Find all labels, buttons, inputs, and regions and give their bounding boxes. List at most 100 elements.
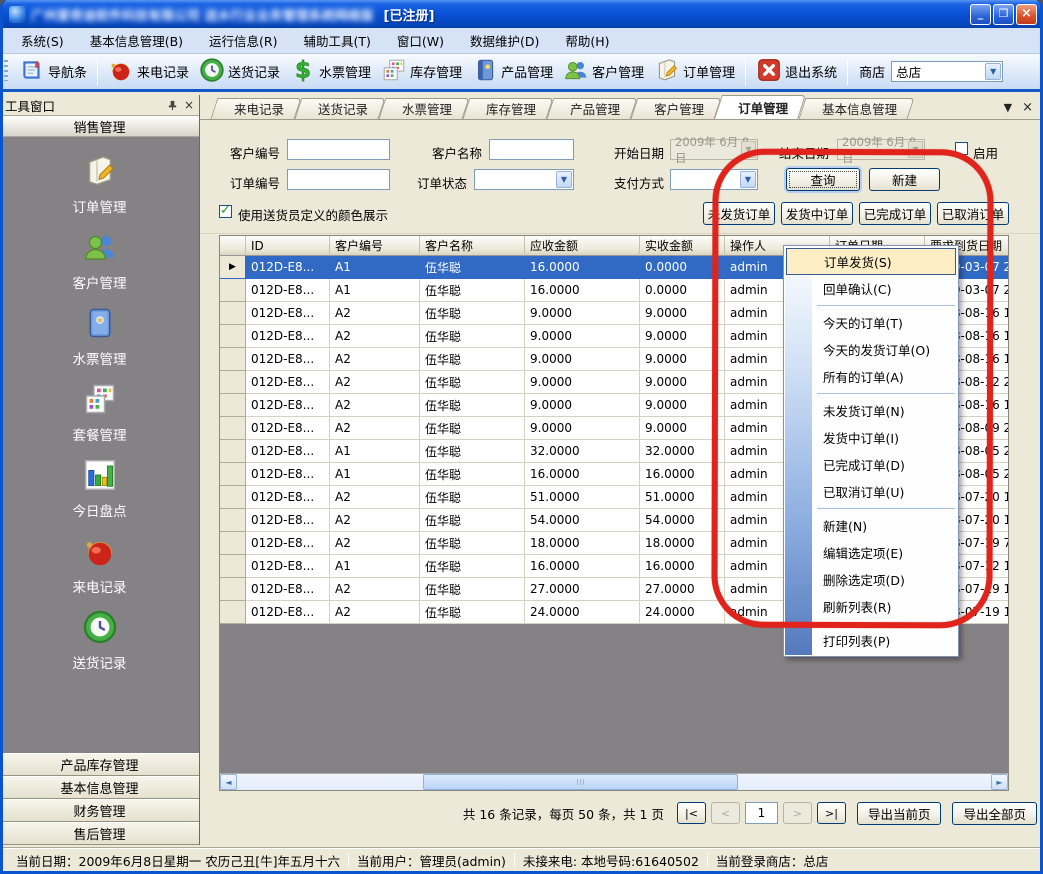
enable-checkbox[interactable] — [955, 142, 968, 155]
row-selector-cell[interactable] — [220, 532, 246, 555]
menu-item[interactable]: 帮助(H) — [552, 27, 622, 54]
context-menu-item-新建(N)[interactable]: 新建(N) — [785, 512, 957, 539]
row-selector-cell[interactable] — [220, 417, 246, 440]
context-menu-item-回单确认(C)[interactable]: 回单确认(C) — [785, 275, 957, 302]
chevron-down-icon[interactable]: ▼ — [556, 171, 572, 188]
context-menu-item-未发货订单(N)[interactable]: 未发货订单(N) — [785, 397, 957, 424]
chevron-down-icon[interactable]: ▼ — [740, 171, 756, 188]
context-menu-item-刷新列表(R)[interactable]: 刷新列表(R) — [785, 593, 957, 620]
row-selector-cell[interactable] — [220, 394, 246, 417]
order-no-input[interactable] — [287, 169, 390, 190]
tab-close-icon[interactable]: × — [1022, 100, 1033, 115]
tab-来电记录[interactable]: 来电记录 — [214, 98, 298, 119]
row-selector-cell[interactable] — [220, 463, 246, 486]
minimize-button[interactable]: _ — [970, 4, 991, 25]
toolbar-button[interactable]: $水票管理 — [285, 55, 376, 89]
toolbar-button[interactable]: 客户管理 — [558, 55, 649, 89]
sidebar-item-水票管理[interactable]: 水票管理 — [0, 305, 199, 368]
status-filter-button-发货中订单[interactable]: 发货中订单 — [781, 202, 853, 225]
row-selector-cell[interactable] — [220, 325, 246, 348]
menu-item[interactable]: 系统(S) — [8, 27, 77, 54]
menu-item[interactable]: 数据维护(D) — [457, 27, 552, 54]
status-filter-button-已完成订单[interactable]: 已完成订单 — [859, 202, 931, 225]
row-selector-cell[interactable] — [220, 555, 246, 578]
status-filter-button-已取消订单[interactable]: 已取消订单 — [937, 202, 1009, 225]
column-header-客户编号[interactable]: 客户编号 — [330, 236, 420, 256]
column-header-ID[interactable]: ID — [246, 236, 330, 256]
context-menu-item-编辑选定项(E)[interactable]: 编辑选定项(E) — [785, 539, 957, 566]
row-selector-cell[interactable] — [220, 279, 246, 302]
tab-送货记录[interactable]: 送货记录 — [298, 98, 382, 119]
menu-item[interactable]: 基本信息管理(B) — [77, 27, 196, 54]
row-selector-cell[interactable] — [220, 371, 246, 394]
context-menu-item-打印列表(P)[interactable]: 打印列表(P) — [785, 627, 957, 654]
maximize-button[interactable]: ❐ — [993, 4, 1014, 25]
toolbar-button[interactable]: 送货记录 — [194, 55, 285, 89]
row-selector-cell[interactable] — [220, 486, 246, 509]
sidebar-category-基本信息管理[interactable]: 基本信息管理 — [0, 776, 199, 799]
menu-item[interactable]: 窗口(W) — [384, 27, 457, 54]
last-page-button[interactable]: >| — [817, 802, 846, 824]
context-menu-item-今天的订单(T)[interactable]: 今天的订单(T) — [785, 309, 957, 336]
horizontal-scrollbar[interactable]: ◄ ► — [220, 773, 1008, 790]
new-button[interactable]: 新建 — [869, 168, 940, 191]
scroll-right-icon[interactable]: ► — [991, 774, 1008, 790]
chevron-down-icon[interactable]: ▼ — [985, 63, 1001, 80]
start-date-picker[interactable]: 2009年 6月 8日▼ — [670, 139, 758, 160]
sidebar-item-客户管理[interactable]: 客户管理 — [0, 229, 199, 292]
toolbar-grip-icon[interactable] — [4, 60, 8, 81]
sidebar-section-sales[interactable]: 销售管理 — [0, 116, 199, 137]
pin-icon[interactable] — [167, 100, 178, 111]
sidebar-category-售后管理[interactable]: 售后管理 — [0, 822, 199, 845]
sidebar-category-产品库存管理[interactable]: 产品库存管理 — [0, 753, 199, 776]
end-date-picker[interactable]: 2009年 6月 8日▼ — [837, 139, 925, 160]
toolbar-button[interactable]: 库存管理 — [376, 55, 467, 89]
row-selector-cell[interactable] — [220, 440, 246, 463]
order-status-combo[interactable]: ▼ — [474, 169, 574, 190]
sidebar-item-订单管理[interactable]: 订单管理 — [0, 153, 199, 216]
customer-name-input[interactable] — [489, 139, 574, 160]
tab-水票管理[interactable]: 水票管理 — [382, 98, 466, 119]
row-selector-cell[interactable] — [220, 509, 246, 532]
column-header-应收金额[interactable]: 应收金额 — [525, 236, 640, 256]
context-menu-item-今天的发货订单(O)[interactable]: 今天的发货订单(O) — [785, 336, 957, 363]
tab-客户管理[interactable]: 客户管理 — [634, 98, 718, 119]
query-button[interactable]: 查询 — [786, 168, 860, 191]
context-menu-item-删除选定项(D)[interactable]: 删除选定项(D) — [785, 566, 957, 593]
toolbar-button[interactable]: 退出系统 — [751, 55, 842, 89]
row-selector-cell[interactable]: ▶ — [220, 256, 246, 279]
context-menu-item-已取消订单(U)[interactable]: 已取消订单(U) — [785, 478, 957, 505]
context-menu-item-发货中订单(I)[interactable]: 发货中订单(I) — [785, 424, 957, 451]
next-page-button[interactable]: > — [783, 802, 812, 824]
column-header-客户名称[interactable]: 客户名称 — [420, 236, 525, 256]
first-page-button[interactable]: |< — [677, 802, 706, 824]
scroll-left-icon[interactable]: ◄ — [220, 774, 237, 790]
sidebar-item-来电记录[interactable]: 来电记录 — [0, 533, 199, 596]
tab-scroll-down-icon[interactable]: ▼ — [1004, 101, 1012, 114]
context-menu-item-已完成订单(D)[interactable]: 已完成订单(D) — [785, 451, 957, 478]
scrollbar-thumb[interactable] — [423, 774, 738, 790]
row-selector-cell[interactable] — [220, 578, 246, 601]
page-number-input[interactable]: 1 — [745, 802, 778, 824]
sidebar-item-今日盘点[interactable]: 今日盘点 — [0, 457, 199, 520]
toolbar-button[interactable]: 导航条 — [14, 55, 92, 89]
toolbar-button[interactable]: 来电记录 — [103, 55, 194, 89]
pay-method-combo[interactable]: ▼ — [670, 169, 758, 190]
menu-item[interactable]: 运行信息(R) — [196, 27, 290, 54]
customer-no-input[interactable] — [287, 139, 390, 160]
export-current-page-button[interactable]: 导出当前页 — [857, 802, 942, 825]
row-selector-cell[interactable] — [220, 302, 246, 325]
export-all-pages-button[interactable]: 导出全部页 — [952, 802, 1037, 825]
tab-基本信息管理[interactable]: 基本信息管理 — [802, 98, 911, 119]
menu-item[interactable]: 辅助工具(T) — [291, 27, 384, 54]
row-selector-cell[interactable] — [220, 601, 246, 624]
context-menu-item-所有的订单(A)[interactable]: 所有的订单(A) — [785, 363, 957, 390]
tab-库存管理[interactable]: 库存管理 — [466, 98, 550, 119]
row-selector-cell[interactable] — [220, 348, 246, 371]
sidebar-category-财务管理[interactable]: 财务管理 — [0, 799, 199, 822]
toolbar-button[interactable]: 产品管理 — [467, 55, 558, 89]
close-panel-icon[interactable]: × — [184, 98, 194, 112]
context-menu-item-订单发货(S)[interactable]: 订单发货(S) — [786, 248, 956, 275]
prev-page-button[interactable]: < — [711, 802, 740, 824]
sidebar-item-套餐管理[interactable]: 套餐管理 — [0, 381, 199, 444]
